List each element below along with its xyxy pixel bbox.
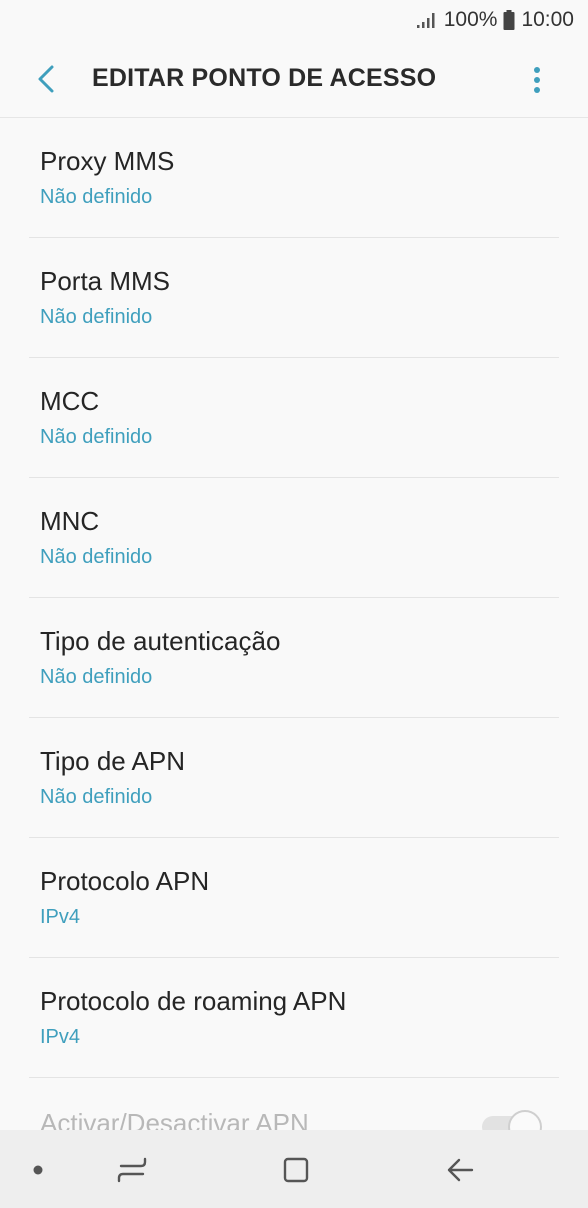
clock: 10:00 <box>521 8 574 31</box>
nav-dot-button[interactable] <box>28 1152 48 1188</box>
setting-value: Não definido <box>40 546 153 568</box>
setting-value: Não definido <box>40 666 153 688</box>
setting-title: Protocolo de roaming APN <box>40 986 347 1016</box>
signal-icon <box>416 11 438 29</box>
nav-back-button[interactable] <box>440 1152 480 1188</box>
setting-title: Tipo de autenticação <box>40 626 281 656</box>
setting-row-protocolo-apn[interactable]: Protocolo APN IPv4 <box>0 838 588 958</box>
setting-row-tipo-apn[interactable]: Tipo de APN Não definido <box>0 718 588 838</box>
setting-value: Não definido <box>40 186 153 208</box>
setting-row-tipo-autenticacao[interactable]: Tipo de autenticação Não definido <box>0 598 588 718</box>
setting-title: Porta MMS <box>40 266 171 296</box>
setting-row-proxy-mms[interactable]: Proxy MMS Não definido <box>0 118 588 238</box>
recents-icon <box>117 1157 147 1183</box>
battery-icon <box>503 10 515 30</box>
setting-value: IPv4 <box>40 1026 81 1048</box>
home-button[interactable] <box>276 1152 316 1188</box>
setting-row-mcc[interactable]: MCC Não definido <box>0 358 588 478</box>
battery-percent: 100% <box>443 8 498 31</box>
more-vert-icon <box>534 67 540 93</box>
back-button[interactable] <box>28 60 64 98</box>
setting-value: Não definido <box>40 426 153 448</box>
navigation-bar <box>0 1130 588 1208</box>
page-title: EDITAR PONTO DE ACESSO <box>92 64 437 92</box>
recents-button[interactable] <box>112 1152 152 1188</box>
setting-title: MNC <box>40 506 100 536</box>
setting-row-protocolo-roaming-apn[interactable]: Protocolo de roaming APN IPv4 <box>0 958 588 1078</box>
back-arrow-icon <box>38 65 54 93</box>
setting-title: Protocolo APN <box>40 866 210 896</box>
status-bar: 100% 10:00 <box>0 0 588 40</box>
settings-list: Proxy MMS Não definido Porta MMS Não def… <box>0 118 588 1198</box>
setting-row-mnc[interactable]: MNC Não definido <box>0 478 588 598</box>
setting-value: Não definido <box>40 786 153 808</box>
dot-icon <box>33 1165 43 1175</box>
more-options-button[interactable] <box>522 62 552 98</box>
nav-back-icon <box>447 1158 474 1182</box>
setting-value: Não definido <box>40 306 153 328</box>
setting-title: Tipo de APN <box>40 746 186 776</box>
setting-title: MCC <box>40 386 100 416</box>
home-icon <box>283 1157 309 1183</box>
app-bar: EDITAR PONTO DE ACESSO <box>0 40 588 118</box>
setting-row-porta-mms[interactable]: Porta MMS Não definido <box>0 238 588 358</box>
setting-title: Proxy MMS <box>40 146 175 176</box>
setting-value: IPv4 <box>40 906 81 928</box>
